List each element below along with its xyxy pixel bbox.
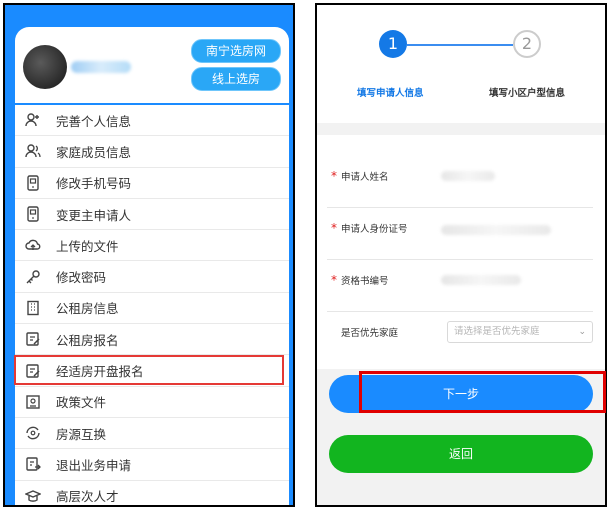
sidebar-item-label: 上传的文件: [56, 238, 119, 254]
graduation-icon: [24, 487, 42, 505]
sidebar-item[interactable]: 公租房信息: [15, 293, 289, 325]
sidebar-item-label: 修改手机号码: [56, 176, 132, 192]
sidebar-item-label: 修改密码: [56, 270, 107, 286]
phone-icon: [24, 174, 42, 192]
sidebar-item-label: 退出业务申请: [56, 457, 132, 473]
step-connector: [407, 44, 513, 46]
sidebar-item[interactable]: 修改手机号码: [15, 168, 289, 199]
online-selection-button[interactable]: 线上选房: [191, 67, 281, 91]
step-2-circle: 2: [513, 30, 541, 58]
stepper: 1 2 填写申请人信息 填写小区户型信息: [317, 5, 605, 123]
applicant-form: * 申请人姓名 * 申请人身份证号 * 资格书编号 是否优先家庭 请选择是否优先…: [317, 135, 605, 369]
sidebar-item[interactable]: 政策文件: [15, 387, 289, 418]
sidebar-item[interactable]: 房源互换: [15, 418, 289, 450]
sidebar-item-label: 公租房报名: [56, 332, 119, 348]
document-icon: [24, 393, 42, 411]
sidebar-item[interactable]: 修改密码: [15, 261, 289, 293]
required-mark: *: [331, 273, 337, 287]
certificate-number-value[interactable]: [441, 275, 521, 285]
applicant-id-label: 申请人身份证号: [341, 224, 408, 235]
cert-row: * 资格书编号: [327, 259, 593, 312]
chevron-down-icon: ⌄: [578, 327, 586, 337]
sidebar-item-label: 完善个人信息: [56, 113, 132, 129]
sidebar-item[interactable]: 上传的文件: [15, 230, 289, 262]
sidebar-item[interactable]: 完善个人信息: [15, 105, 289, 137]
priority-row: 是否优先家庭 请选择是否优先家庭 ⌄: [327, 311, 593, 367]
sidebar-item-label: 公租房信息: [56, 301, 119, 317]
users-icon: [24, 142, 42, 160]
sidebar-item[interactable]: 经适房开盘报名: [15, 355, 289, 387]
left-panel: 南宁选房网 线上选房 完善个人信息 家庭成员信息 修改手机号码 变更主申请人 上传的文件…: [3, 3, 295, 507]
username-blurred: [71, 61, 131, 73]
sidebar-item[interactable]: 退出业务申请: [15, 449, 289, 481]
sidebar-item[interactable]: 高层次人才: [15, 481, 289, 505]
priority-family-select[interactable]: 请选择是否优先家庭 ⌄: [447, 321, 593, 343]
sidebar-item[interactable]: 公租房报名: [15, 324, 289, 356]
name-row: * 申请人姓名: [327, 155, 593, 208]
step-1-label: 填写申请人信息: [357, 88, 424, 99]
sidebar-item-label: 经适房开盘报名: [56, 364, 144, 380]
applicant-name-label: 申请人姓名: [341, 172, 389, 183]
sidebar-item-label: 政策文件: [56, 395, 107, 411]
sidebar-item-label: 高层次人才: [56, 489, 119, 505]
avatar: [23, 45, 67, 89]
sidebar-item[interactable]: 变更主申请人: [15, 199, 289, 231]
sidebar-item-label: 家庭成员信息: [56, 144, 132, 160]
step-1-circle: 1: [379, 30, 407, 58]
user-add-icon: [24, 111, 42, 129]
sidebar-item[interactable]: 家庭成员信息: [15, 136, 289, 168]
nanning-housing-site-button[interactable]: 南宁选房网: [191, 39, 281, 63]
priority-family-label: 是否优先家庭: [341, 328, 399, 339]
sidebar-item-label: 变更主申请人: [56, 207, 132, 223]
certificate-number-label: 资格书编号: [341, 276, 389, 287]
applicant-name-value[interactable]: [441, 171, 495, 181]
back-button[interactable]: 返回: [329, 435, 593, 473]
cloud-upload-icon: [24, 236, 42, 254]
applicant-id-value[interactable]: [441, 225, 551, 235]
required-mark: *: [331, 221, 337, 235]
profile-card: 南宁选房网 线上选房: [15, 27, 289, 103]
exit-form-icon: [24, 455, 42, 473]
edit-form-icon: [24, 330, 42, 348]
sidebar-menu: 完善个人信息 家庭成员信息 修改手机号码 变更主申请人 上传的文件修改密码公租房信息公租…: [15, 105, 289, 505]
phone-icon: [24, 205, 42, 223]
sidebar-item-label: 房源互换: [56, 426, 107, 442]
required-mark: *: [331, 169, 337, 183]
next-step-button[interactable]: 下一步: [329, 375, 593, 413]
edit-form-icon: [24, 362, 42, 380]
id-row: * 申请人身份证号: [327, 207, 593, 260]
step-2-label: 填写小区户型信息: [489, 88, 566, 99]
exchange-icon: [24, 424, 42, 442]
right-panel: 1 2 填写申请人信息 填写小区户型信息 * 申请人姓名 * 申请人身份证号 *…: [315, 3, 607, 507]
building-icon: [24, 299, 42, 317]
key-icon: [24, 268, 42, 286]
